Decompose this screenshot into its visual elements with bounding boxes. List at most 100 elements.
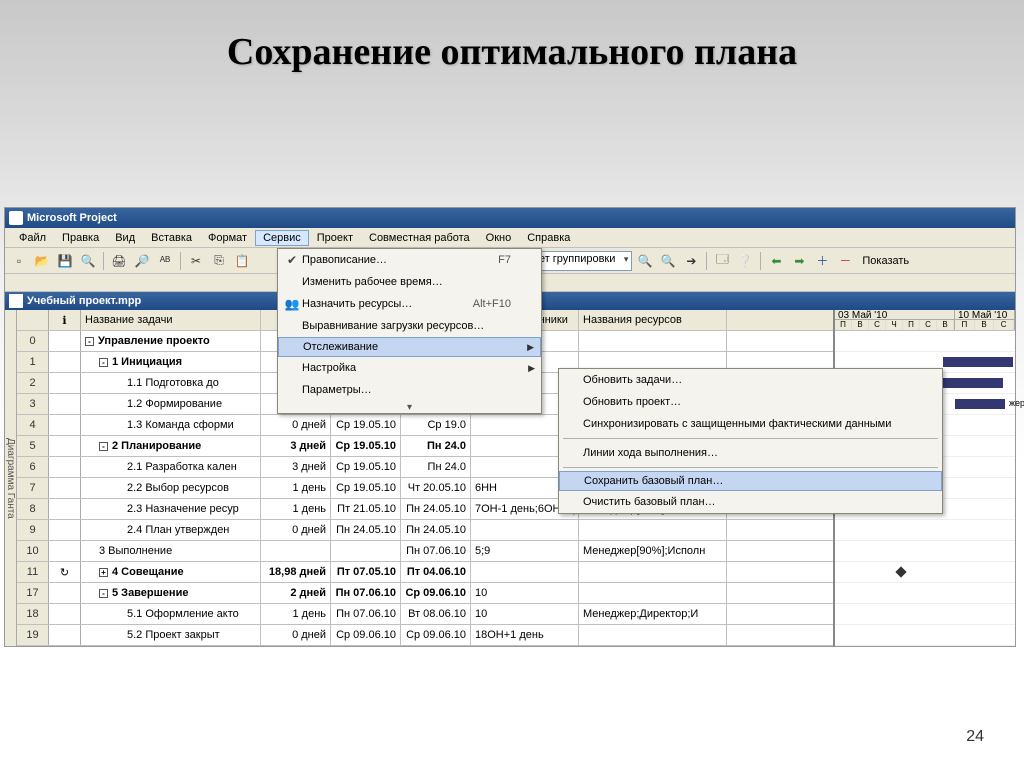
row-info[interactable] (49, 352, 81, 372)
cell-duration[interactable] (261, 541, 331, 561)
table-row[interactable]: 92.4 План утвержден0 днейПн 24.05.10Пн 2… (17, 520, 833, 541)
cell-start[interactable]: Пт 21.05.10 (331, 499, 401, 519)
row-number[interactable]: 8 (17, 499, 49, 519)
cell-start[interactable]: Пт 07.05.10 (331, 562, 401, 582)
menubar[interactable]: Файл Правка Вид Вставка Формат Сервис Пр… (5, 228, 1015, 248)
preview-icon[interactable]: 🔎 (132, 251, 152, 271)
cell-finish[interactable]: Пн 24.0 (401, 457, 471, 477)
arrow-right-icon[interactable]: ➡ (789, 251, 809, 271)
table-row[interactable]: 195.2 Проект закрыт0 днейСр 09.06.10Ср 0… (17, 625, 833, 646)
menu-expand-icon[interactable]: ▾ (278, 401, 541, 413)
submenu-item[interactable]: Линии хода выполнения… (559, 442, 942, 464)
cell-predecessors[interactable]: 5;9 (471, 541, 579, 561)
row-info[interactable] (49, 436, 81, 456)
col-resources[interactable]: Названия ресурсов (579, 310, 727, 330)
row-info[interactable] (49, 331, 81, 351)
menu-help[interactable]: Справка (519, 230, 578, 246)
submenu-item[interactable]: Очистить базовый план… (559, 491, 942, 513)
row-number[interactable]: 7 (17, 478, 49, 498)
cell-predecessors[interactable]: 10 (471, 583, 579, 603)
cell-task-name[interactable]: 2.4 План утвержден (81, 520, 261, 540)
submenu-item[interactable]: Синхронизировать с защищенными фактическ… (559, 413, 942, 435)
view-bar[interactable]: Диаграмма Ганта (5, 310, 17, 646)
row-info[interactable] (49, 457, 81, 477)
minus-icon[interactable]: － (835, 251, 855, 271)
menu-item[interactable]: 👥Назначить ресурсы…Alt+F10 (278, 293, 541, 315)
table-row[interactable]: 10 3 Выполнение Пн 07.06.105;9Менеджер[90%… (17, 541, 833, 562)
col-task-name[interactable]: Название задачи (81, 310, 261, 330)
cell-start[interactable]: Пн 07.06.10 (331, 604, 401, 624)
cell-finish[interactable]: Пн 07.06.10 (401, 541, 471, 561)
copy-icon[interactable]: ⎘ (209, 251, 229, 271)
row-number[interactable]: 18 (17, 604, 49, 624)
cell-task-name[interactable]: -1 Инициация (81, 352, 261, 372)
cell-start[interactable]: Ср 19.05.10 (331, 436, 401, 456)
cell-duration[interactable]: 1 день (261, 604, 331, 624)
row-number[interactable]: 19 (17, 625, 49, 645)
cell-finish[interactable]: Ср 09.06.10 (401, 625, 471, 645)
cell-resources[interactable]: Менеджер;Директор;И (579, 604, 727, 624)
tools-dropdown[interactable]: ✔Правописание…F7Изменить рабочее время…👥… (277, 248, 542, 414)
menu-tools[interactable]: Сервис (255, 230, 309, 246)
goto-icon[interactable]: ➔ (681, 251, 701, 271)
menu-item[interactable]: Настройка▶ (278, 357, 541, 379)
new-icon[interactable]: ▫ (9, 251, 29, 271)
table-row[interactable]: 18 5.1 Оформление акто1 деньПн 07.06.10Вт… (17, 604, 833, 625)
cell-task-name[interactable]: 2.3 Назначение ресур (81, 499, 261, 519)
menu-item[interactable]: Изменить рабочее время… (278, 271, 541, 293)
row-number[interactable]: 11 (17, 562, 49, 582)
menu-item[interactable]: Отслеживание▶ (278, 337, 541, 357)
spell-icon[interactable]: ᴬᴮ (155, 251, 175, 271)
help-icon[interactable]: ❔ (735, 251, 755, 271)
menu-collab[interactable]: Совместная работа (361, 230, 478, 246)
cell-start[interactable]: Ср 19.05.10 (331, 478, 401, 498)
cell-start[interactable]: Ср 19.05.10 (331, 457, 401, 477)
cell-resources[interactable] (579, 583, 727, 603)
menu-insert[interactable]: Вставка (143, 230, 200, 246)
col-info[interactable]: ℹ (49, 310, 81, 330)
cell-duration[interactable]: 2 дней (261, 583, 331, 603)
print-icon[interactable]: 🖨 (109, 251, 129, 271)
submenu-item[interactable]: Обновить проект… (559, 391, 942, 413)
cell-start[interactable] (331, 541, 401, 561)
search-icon[interactable]: 🔍 (78, 251, 98, 271)
cell-task-name[interactable]: 1.3 Команда сформи (81, 415, 261, 435)
menu-edit[interactable]: Правка (54, 230, 107, 246)
menu-item[interactable]: Выравнивание загрузки ресурсов… (278, 315, 541, 337)
cell-task-name[interactable]: 2.2 Выбор ресурсов (81, 478, 261, 498)
row-number[interactable]: 17 (17, 583, 49, 603)
cell-finish[interactable]: Вт 08.06.10 (401, 604, 471, 624)
cell-finish[interactable]: Пн 24.05.10 (401, 499, 471, 519)
row-number[interactable]: 10 (17, 541, 49, 561)
cell-task-name[interactable]: 1.2 Формирование (81, 394, 261, 414)
cell-resources[interactable] (579, 520, 727, 540)
table-row[interactable]: 11↻+4 Совещание18,98 днейПт 07.05.10Пт 0… (17, 562, 833, 583)
row-info[interactable] (49, 373, 81, 393)
row-number[interactable]: 2 (17, 373, 49, 393)
cell-finish[interactable]: Пн 24.05.10 (401, 520, 471, 540)
cell-duration[interactable]: 3 дней (261, 436, 331, 456)
cell-task-name[interactable]: -Управление проекто (81, 331, 261, 351)
row-info[interactable] (49, 583, 81, 603)
cell-finish[interactable]: Чт 20.05.10 (401, 478, 471, 498)
cut-icon[interactable]: ✂ (186, 251, 206, 271)
row-info[interactable]: ↻ (49, 562, 81, 582)
paste-icon[interactable]: 📋 (232, 251, 252, 271)
cell-task-name[interactable]: 3 Выполнение (81, 541, 261, 561)
row-number[interactable]: 0 (17, 331, 49, 351)
row-info[interactable] (49, 625, 81, 645)
row-number[interactable]: 9 (17, 520, 49, 540)
row-info[interactable] (49, 394, 81, 414)
cell-resources[interactable] (579, 331, 727, 351)
save-icon[interactable]: 💾 (55, 251, 75, 271)
cell-duration[interactable]: 3 дней (261, 457, 331, 477)
menu-project[interactable]: Проект (309, 230, 361, 246)
tracking-submenu[interactable]: Обновить задачи…Обновить проект…Синхрони… (558, 368, 943, 514)
cell-task-name[interactable]: 5.2 Проект закрыт (81, 625, 261, 645)
cell-resources[interactable] (579, 562, 727, 582)
cell-resources[interactable]: Менеджер[90%];Исполн (579, 541, 727, 561)
cell-task-name[interactable]: 2.1 Разработка кален (81, 457, 261, 477)
row-info[interactable] (49, 478, 81, 498)
cell-task-name[interactable]: 5.1 Оформление акто (81, 604, 261, 624)
cell-predecessors[interactable] (471, 520, 579, 540)
